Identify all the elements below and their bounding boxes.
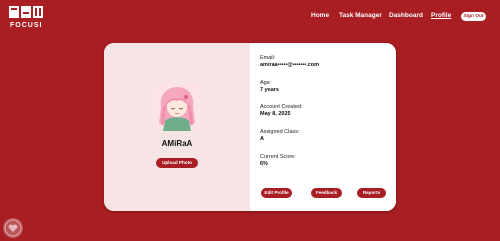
edit-profile-button[interactable]: Edit Profile — [261, 188, 292, 198]
profile-right-pane: Email: amiraa•••••@•••••••.com Age: 7 ye… — [250, 43, 396, 211]
avatar-illustration — [153, 83, 201, 131]
main-nav: Home Task Manager Dashboard Profile — [0, 12, 500, 24]
reports-button[interactable]: Reports — [357, 188, 386, 198]
email-value: amiraa•••••@•••••••.com — [260, 62, 320, 68]
age-label: Age: — [260, 80, 272, 86]
email-field: Email: amiraa•••••@•••••••.com — [260, 55, 390, 69]
nav-dashboard[interactable]: Dashboard — [389, 12, 423, 19]
account-created-value: May 8, 2025 — [260, 111, 291, 117]
feedback-button[interactable]: Feedback — [311, 188, 342, 198]
assigned-class-value: A — [260, 136, 264, 142]
assigned-class-field: Assigned Class: A — [260, 129, 390, 143]
avatar[interactable] — [153, 83, 201, 131]
profile-card: AMiRaA Upload Photo Email: amiraa•••••@•… — [104, 43, 396, 211]
nav-home[interactable]: Home — [311, 12, 329, 19]
account-created-field: Account Created: May 8, 2025 — [260, 104, 390, 118]
accessibility-badge[interactable] — [3, 218, 23, 238]
profile-left-pane: AMiRaA Upload Photo — [104, 43, 250, 211]
current-score-field: Current Score: 6% — [260, 154, 390, 168]
assigned-class-label: Assigned Class: — [260, 129, 300, 135]
heart-shield-icon — [4, 219, 22, 237]
account-created-label: Account Created: — [260, 104, 303, 110]
current-score-label: Current Score: — [260, 154, 296, 160]
sign-out-button[interactable]: Sign Out — [461, 12, 486, 21]
profile-username: AMiRaA — [161, 139, 193, 148]
nav-task-manager[interactable]: Task Manager — [339, 12, 382, 19]
current-score-value: 6% — [260, 161, 268, 167]
age-value: 7 years — [260, 87, 279, 93]
upload-photo-button[interactable]: Upload Photo — [156, 158, 198, 168]
nav-profile[interactable]: Profile — [431, 12, 451, 19]
age-field: Age: 7 years — [260, 80, 390, 94]
email-label: Email: — [260, 55, 276, 61]
